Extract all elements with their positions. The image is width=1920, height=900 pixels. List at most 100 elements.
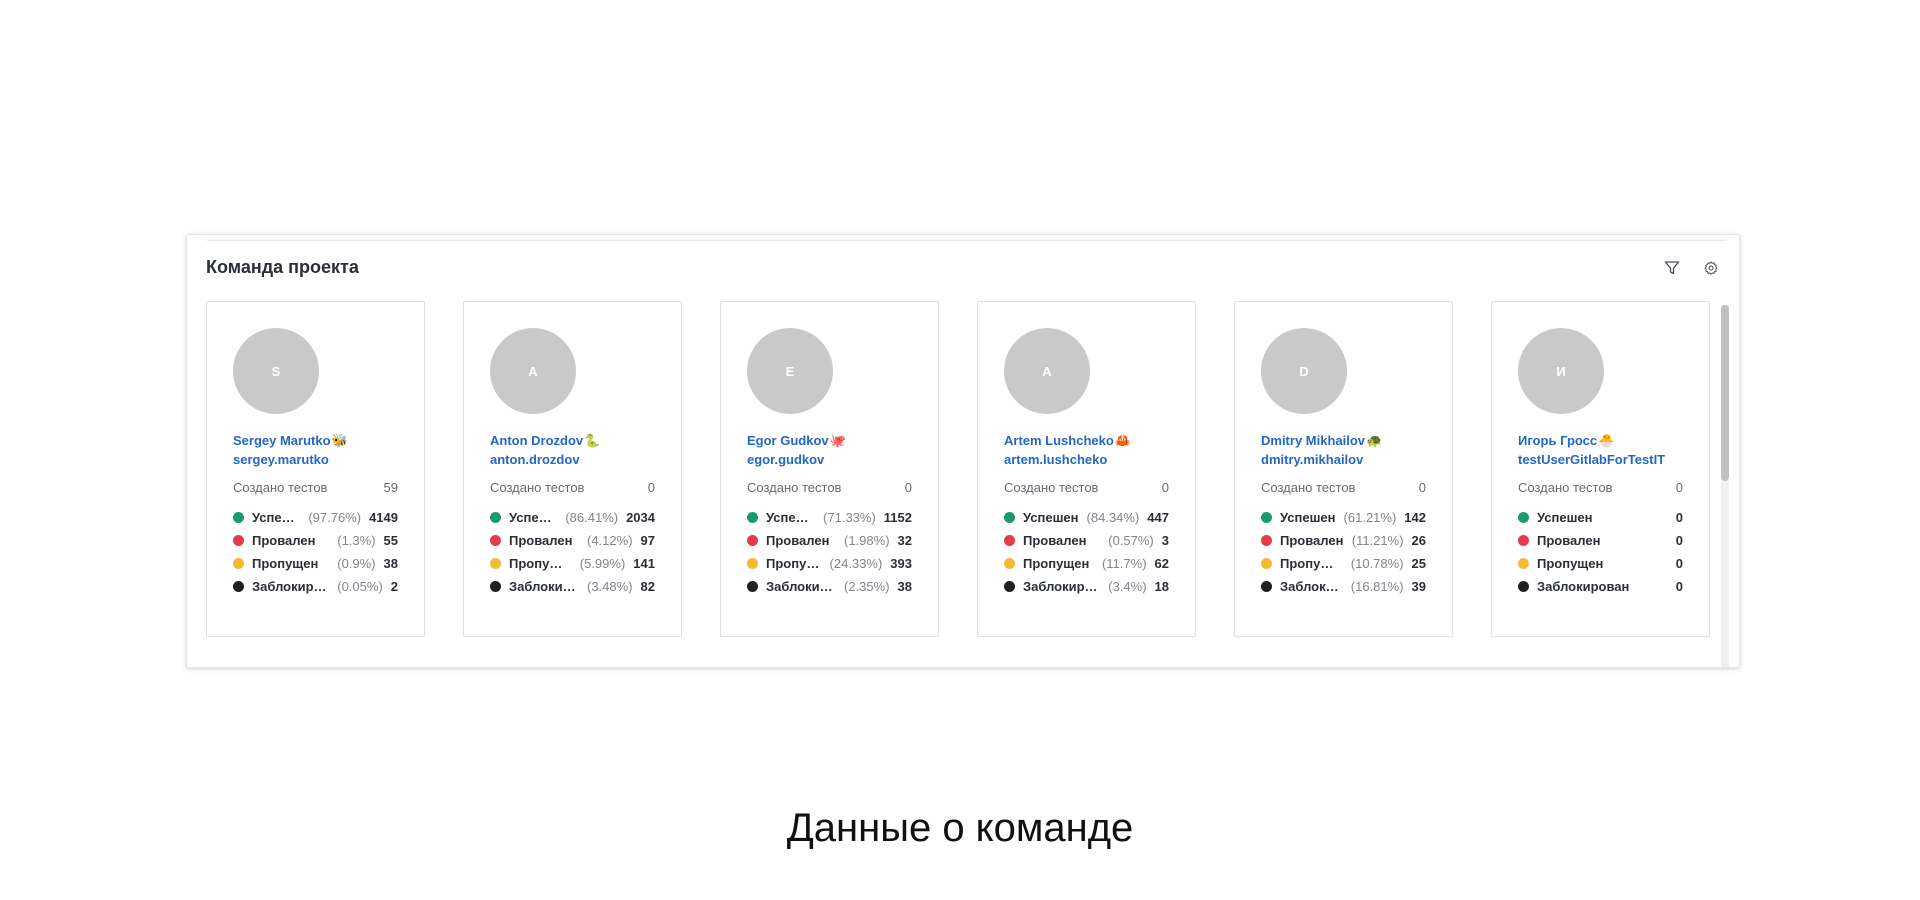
created-tests-value: 0 bbox=[1161, 480, 1169, 495]
member-login-link[interactable]: anton.drozdov bbox=[490, 452, 580, 467]
stat-label: Успешен bbox=[766, 509, 815, 525]
stat-row-skipped: Пропущен 0 bbox=[1518, 554, 1683, 572]
stat-label: Провален bbox=[1023, 532, 1087, 548]
stat-percent: (10.78%) bbox=[1350, 555, 1404, 571]
stat-row-blocked: Заблокирован 0 bbox=[1518, 577, 1683, 595]
stat-label: Провален bbox=[1280, 532, 1344, 548]
member-login-link[interactable]: artem.lushcheko bbox=[1004, 452, 1107, 467]
member-emoji-icon: 🐣 bbox=[1598, 433, 1615, 448]
stat-row-passed: Успешен (61.21%) 142 bbox=[1261, 508, 1426, 526]
stat-label: Провален bbox=[509, 532, 573, 548]
member-name-link[interactable]: Игорь Гросс🐣 bbox=[1518, 433, 1614, 449]
member-name: Dmitry Mikhailov bbox=[1261, 433, 1366, 448]
stat-row-failed: Провален (4.12%) 97 bbox=[490, 531, 655, 549]
member-name: Sergey Marutko bbox=[233, 433, 331, 448]
member-name-link[interactable]: Anton Drozdov🐍 bbox=[490, 433, 600, 449]
status-dot-failed bbox=[490, 534, 501, 546]
stat-row-blocked: Заблокирован (3.4%) 18 bbox=[1004, 577, 1169, 595]
status-dot-skipped bbox=[1261, 557, 1272, 569]
member-login-link[interactable]: sergey.marutko bbox=[233, 452, 329, 467]
stat-label: Успешен bbox=[1023, 509, 1079, 525]
stat-count: 39 bbox=[1411, 578, 1426, 594]
stat-percent: (1.3%) bbox=[337, 532, 376, 548]
stat-row-passed: Успешен (71.33%) 1152 bbox=[747, 508, 912, 526]
member-card: И Игорь Гросс🐣 testUserGitlabForTestIT Созд… bbox=[1491, 301, 1710, 637]
created-tests-row: Создано тестов 0 bbox=[490, 480, 655, 495]
stat-label: Пропущен bbox=[252, 555, 319, 571]
status-dot-blocked bbox=[233, 580, 244, 592]
stat-percent: (5.99%) bbox=[579, 555, 626, 571]
status-dot-failed bbox=[747, 534, 758, 546]
status-dot-skipped bbox=[747, 557, 758, 569]
stat-row-blocked: Заблокирован (16.81%) 39 bbox=[1261, 577, 1426, 595]
created-tests-label: Создано тестов bbox=[233, 480, 328, 495]
stat-row-failed: Провален (11.21%) 26 bbox=[1261, 531, 1426, 549]
stat-row-skipped: Пропущен (0.9%) 38 bbox=[233, 554, 398, 572]
status-dot-failed bbox=[1518, 534, 1529, 546]
gear-icon[interactable] bbox=[1701, 258, 1721, 278]
stat-label: Заблокирован bbox=[509, 578, 579, 594]
filter-icon[interactable] bbox=[1662, 258, 1682, 278]
stat-percent: (11.7%) bbox=[1101, 555, 1147, 571]
stat-label: Пропущен bbox=[766, 555, 822, 571]
stat-count: 38 bbox=[897, 578, 912, 594]
member-login-link[interactable]: testUserGitlabForTestIT bbox=[1518, 452, 1665, 467]
stat-count: 32 bbox=[897, 532, 912, 548]
team-member-cards: S Sergey Marutko🐝 sergey.marutko Создано те… bbox=[206, 301, 1714, 641]
status-dot-blocked bbox=[490, 580, 501, 592]
stat-row-skipped: Пропущен (10.78%) 25 bbox=[1261, 554, 1426, 572]
status-dot-failed bbox=[1004, 534, 1015, 546]
stat-label: Провален bbox=[766, 532, 830, 548]
avatar: И bbox=[1518, 328, 1604, 414]
member-login-link[interactable]: egor.gudkov bbox=[747, 452, 824, 467]
member-name-link[interactable]: Egor Gudkov🐙 bbox=[747, 433, 846, 449]
stat-row-skipped: Пропущен (24.33%) 393 bbox=[747, 554, 912, 572]
avatar: D bbox=[1261, 328, 1347, 414]
stat-count: 447 bbox=[1147, 509, 1169, 525]
status-dot-blocked bbox=[1518, 580, 1529, 592]
avatar: A bbox=[1004, 328, 1090, 414]
status-dot-passed bbox=[747, 511, 758, 523]
stat-label: Успешен bbox=[1280, 509, 1336, 525]
created-tests-row: Создано тестов 0 bbox=[1518, 480, 1683, 495]
stat-percent: (84.34%) bbox=[1086, 509, 1140, 525]
stat-count: 97 bbox=[640, 532, 655, 548]
member-name-link[interactable]: Dmitry Mikhailov🐢 bbox=[1261, 433, 1382, 449]
stat-label: Успешен bbox=[509, 509, 557, 525]
cards-scrollbar[interactable] bbox=[1721, 305, 1729, 667]
created-tests-row: Создано тестов 0 bbox=[747, 480, 912, 495]
status-dot-skipped bbox=[233, 557, 244, 569]
avatar: E bbox=[747, 328, 833, 414]
member-name-link[interactable]: Artem Lushcheko🦀 bbox=[1004, 433, 1131, 449]
stat-row-passed: Успешен (84.34%) 447 bbox=[1004, 508, 1169, 526]
stat-label: Успешен bbox=[252, 509, 300, 525]
stat-label: Пропущен bbox=[509, 555, 572, 571]
stat-count: 18 bbox=[1154, 578, 1169, 594]
created-tests-value: 0 bbox=[1675, 480, 1683, 495]
status-dot-blocked bbox=[1261, 580, 1272, 592]
status-dot-failed bbox=[233, 534, 244, 546]
member-name-link[interactable]: Sergey Marutko🐝 bbox=[233, 433, 348, 449]
member-login-link[interactable]: dmitry.mikhailov bbox=[1261, 452, 1363, 467]
created-tests-row: Создано тестов 59 bbox=[233, 480, 398, 495]
scrollbar-thumb[interactable] bbox=[1721, 305, 1729, 481]
stat-label: Провален bbox=[1537, 532, 1601, 548]
status-dot-passed bbox=[1004, 511, 1015, 523]
stat-percent: (16.81%) bbox=[1350, 578, 1404, 594]
stat-count: 142 bbox=[1404, 509, 1426, 525]
stat-row-failed: Провален 0 bbox=[1518, 531, 1683, 549]
stat-row-failed: Провален (0.57%) 3 bbox=[1004, 531, 1169, 549]
stat-row-passed: Успешен 0 bbox=[1518, 508, 1683, 526]
status-dot-passed bbox=[1261, 511, 1272, 523]
stat-row-blocked: Заблокирован (0.05%) 2 bbox=[233, 577, 398, 595]
stat-label: Заблокирован bbox=[252, 578, 330, 594]
status-dot-passed bbox=[490, 511, 501, 523]
stat-label: Заблокирован bbox=[1280, 578, 1343, 594]
avatar: A bbox=[490, 328, 576, 414]
stat-count: 0 bbox=[1675, 509, 1683, 525]
stat-count: 26 bbox=[1411, 532, 1426, 548]
stat-count: 82 bbox=[640, 578, 655, 594]
stat-label: Успешен bbox=[1537, 509, 1593, 525]
created-tests-row: Создано тестов 0 bbox=[1004, 480, 1169, 495]
member-card: D Dmitry Mikhailov🐢 dmitry.mikhailov Создан… bbox=[1234, 301, 1453, 637]
